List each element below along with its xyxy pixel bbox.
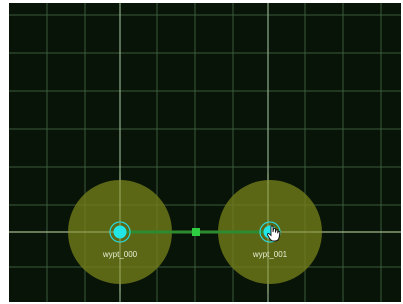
waypoint-map-canvas[interactable]: wypt_000 wypt_001 <box>9 3 401 302</box>
grid-axes <box>9 3 401 302</box>
waypoint-1-label: wypt_001 <box>252 250 288 259</box>
midpoint-handle[interactable] <box>192 228 200 236</box>
grid-lines <box>9 3 401 302</box>
waypoint-0-label: wypt_000 <box>102 250 138 259</box>
map-svg[interactable] <box>9 3 401 302</box>
